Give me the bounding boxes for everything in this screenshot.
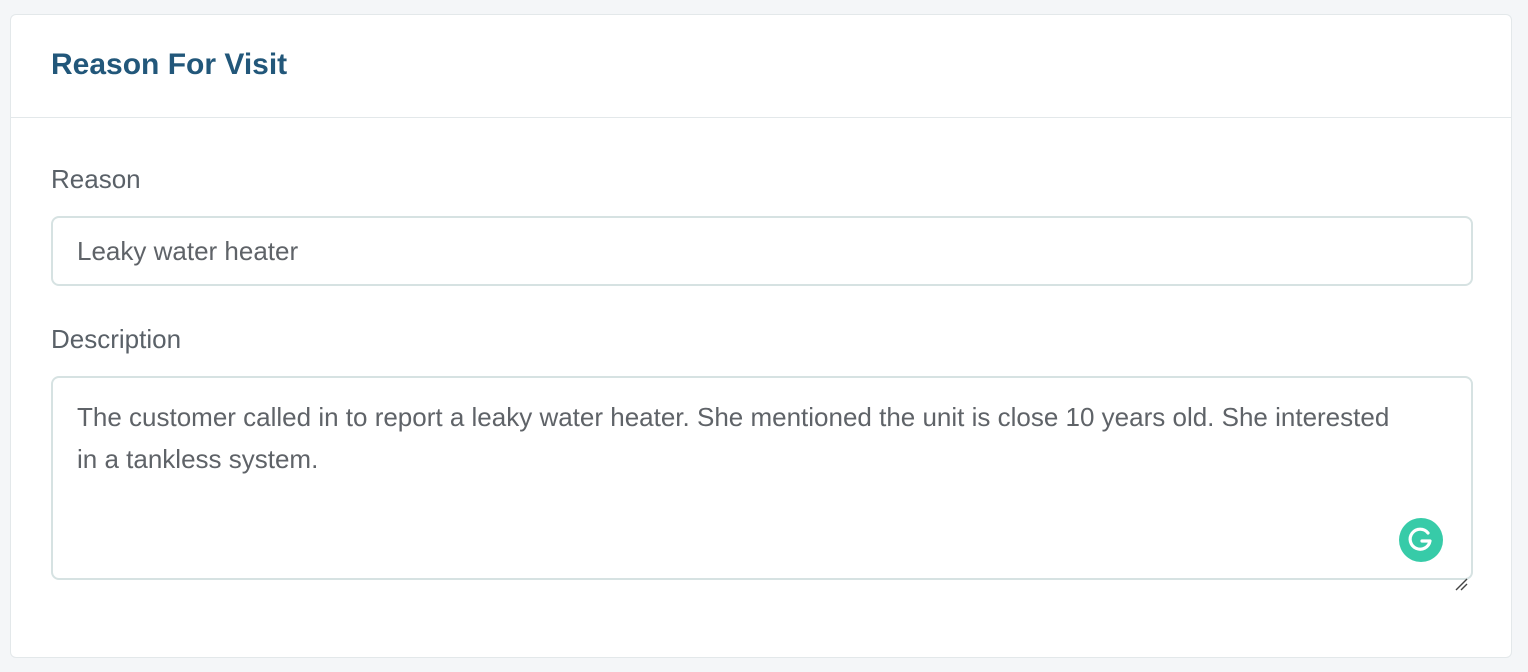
reason-label: Reason — [51, 164, 141, 194]
description-label: Description — [51, 324, 182, 354]
reason-input[interactable]: Leaky water heater — [51, 216, 1473, 286]
card-header: Reason For Visit — [11, 15, 1511, 118]
grammarly-icon[interactable] — [1399, 518, 1443, 562]
resize-handle-icon[interactable] — [1454, 561, 1468, 591]
reason-for-visit-card: Reason For Visit Reason Leaky water heat… — [10, 14, 1512, 658]
description-text: The customer called in to report a leaky… — [77, 402, 1390, 474]
description-textarea[interactable]: The customer called in to report a leaky… — [51, 376, 1473, 591]
card-title: Reason For Visit — [51, 48, 288, 81]
